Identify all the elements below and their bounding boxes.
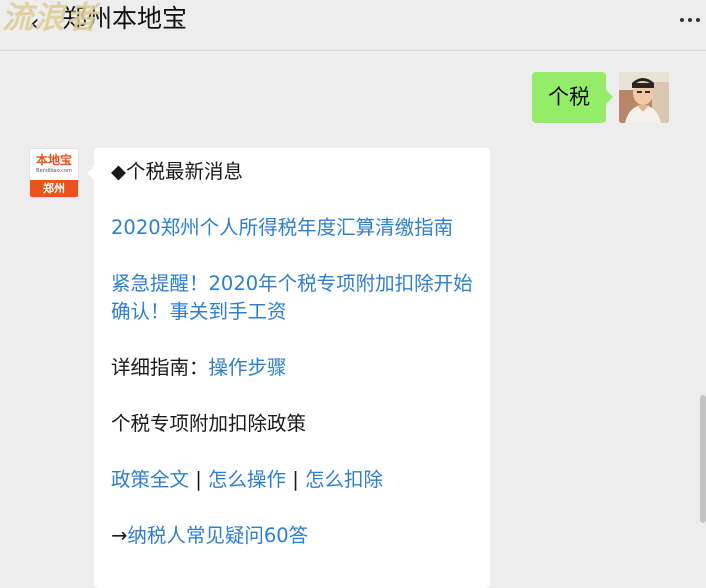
logo-url: Bendibao.com (36, 168, 72, 174)
more-dots-icon[interactable] (680, 18, 700, 22)
policy-links-line: 政策全文 | 怎么操作 | 怎么扣除 (111, 466, 481, 494)
policy-heading: 个税专项附加扣除政策 (111, 410, 481, 438)
user-avatar-photo (619, 72, 669, 123)
link-line-1: 2020郑州个人所得税年度汇算清缴指南 (111, 214, 481, 242)
more-dot (680, 18, 684, 22)
arrow-right-icon: → (111, 524, 128, 547)
user-message-text: 个税 (548, 85, 590, 109)
link-how-to-operate[interactable]: 怎么操作 (208, 468, 286, 491)
bot-avatar[interactable]: 本地宝 Bendibao.com 郑州 (29, 148, 79, 198)
more-dot (696, 18, 700, 22)
separator: | (189, 468, 208, 491)
guide-line: 详细指南：操作步骤 (111, 354, 481, 382)
faq-line: →纳税人常见疑问60答 (111, 522, 481, 550)
policy-heading-text: 个税专项附加扣除政策 (111, 412, 307, 435)
diamond-icon: ◆ (111, 160, 126, 183)
user-avatar[interactable] (619, 72, 669, 123)
link-policy-full-text[interactable]: 政策全文 (111, 468, 189, 491)
chat-scrollbar[interactable] (700, 395, 706, 523)
watermark-text: 流浪者 (2, 0, 98, 36)
link-annual-settlement-guide[interactable]: 2020郑州个人所得税年度汇算清缴指南 (111, 216, 453, 239)
bot-heading-line: ◆个税最新消息 (111, 158, 481, 186)
link-deduction-confirmation[interactable]: 紧急提醒！2020年个税专项附加扣除开始确认！事关到手工资 (111, 272, 473, 323)
top-bar: ‹ 郑州本地宝 流浪者 (0, 0, 706, 51)
more-dot (688, 18, 692, 22)
link-taxpayer-faq[interactable]: 纳税人常见疑问60答 (127, 524, 308, 547)
guide-label: 详细指南： (111, 356, 209, 379)
logo-city: 郑州 (30, 180, 78, 197)
bot-heading: 个税最新消息 (126, 160, 244, 183)
link-how-to-deduct[interactable]: 怎么扣除 (305, 468, 383, 491)
separator: | (286, 468, 305, 491)
bot-message-bubble: ◆个税最新消息 2020郑州个人所得税年度汇算清缴指南 紧急提醒！2020年个税… (87, 148, 490, 588)
user-message-bubble[interactable]: 个税 (532, 72, 613, 123)
link-operation-steps[interactable]: 操作步骤 (209, 356, 287, 379)
logo-text: 本地宝 (35, 153, 72, 167)
link-line-2: 紧急提醒！2020年个税专项附加扣除开始确认！事关到手工资 (111, 270, 481, 326)
